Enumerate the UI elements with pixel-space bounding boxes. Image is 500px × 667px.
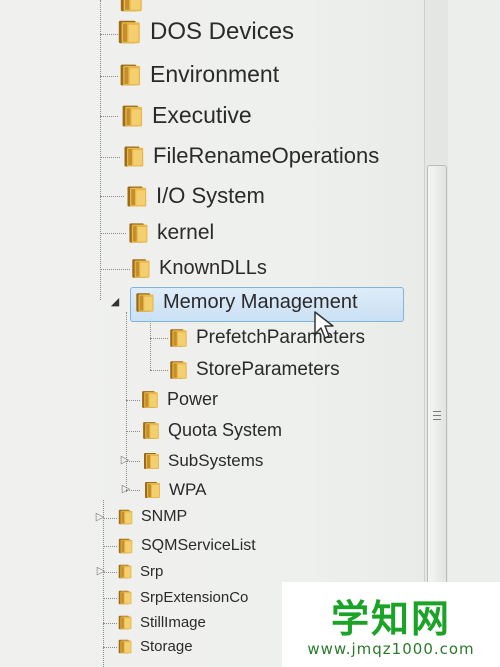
tree-guide-line	[100, 157, 120, 158]
folder-icon	[117, 563, 134, 580]
tree-node-label: SNMP	[141, 508, 188, 525]
folder-icon	[118, 0, 146, 14]
tree-guide-line	[126, 400, 140, 401]
folder-icon	[134, 291, 157, 314]
folder-icon	[168, 359, 190, 381]
tree-guide-line	[150, 338, 168, 339]
tree-node-knowndlls[interactable]: KnownDLLs	[130, 257, 267, 280]
folder-icon	[120, 103, 146, 129]
triangle-down-icon[interactable]: ◢	[110, 297, 120, 308]
tree-node-io-system[interactable]: I/O System	[125, 183, 265, 209]
triangle-right-icon[interactable]: ▷	[121, 484, 131, 495]
tree-node-label: StoreParameters	[196, 359, 340, 380]
tree-node-label: Storage	[140, 638, 193, 655]
tree-guide-line	[103, 598, 117, 599]
tree-node-subsystems[interactable]: SubSystems	[142, 451, 263, 471]
tree-node-srp[interactable]: Srp	[117, 563, 163, 580]
tree-node-label: Executive	[152, 102, 252, 128]
tree-node-label: SrpExtensionCo	[140, 589, 249, 606]
tree-guide-line	[100, 269, 130, 270]
tree-guide-line	[103, 647, 117, 648]
folder-icon	[168, 327, 190, 349]
folder-icon	[143, 480, 163, 500]
triangle-right-icon[interactable]: ▷	[95, 512, 105, 523]
folder-icon	[117, 638, 134, 655]
window-edge	[448, 0, 500, 667]
tree-node-label: Environment	[150, 61, 280, 87]
tree-node-storage[interactable]: Storage	[117, 638, 193, 655]
tree-node-storeparameters[interactable]: StoreParameters	[168, 359, 340, 381]
tree-node-label: PrefetchParameters	[196, 327, 365, 348]
tree-node-filerenameoperations[interactable]: FileRenameOperations	[122, 143, 379, 169]
tree-node-label: Srp	[140, 563, 164, 580]
tree-node-prefetchparameters[interactable]: PrefetchParameters	[168, 327, 365, 349]
folder-icon	[142, 451, 162, 471]
tree-node-label: KnownDLLs	[159, 257, 267, 279]
tree-node-environment[interactable]: Environment	[118, 61, 279, 88]
tree-guide-line	[126, 431, 140, 432]
tree-node-label: Quota System	[168, 420, 283, 440]
tree-node-srpextensionconfig[interactable]: SrpExtensionCo	[117, 589, 248, 606]
tree-node-kernel[interactable]: kernel	[127, 221, 214, 245]
tree-node-label: SQMServiceList	[141, 537, 256, 554]
folder-icon	[116, 18, 144, 46]
tree-guide-line	[150, 318, 151, 370]
tree-node-label: StillImage	[140, 614, 206, 631]
tree-guide-line	[100, 196, 124, 197]
tree-node-label: Power	[167, 389, 219, 409]
tree-node-label: I/O System	[156, 183, 265, 208]
tree-node-sqmservicelist[interactable]: SQMServiceList	[117, 537, 256, 555]
folder-icon	[117, 589, 134, 606]
tree-guide-line	[100, 0, 101, 300]
folder-icon	[140, 389, 161, 410]
triangle-right-icon[interactable]: ▷	[96, 566, 106, 577]
tree-node-executive[interactable]: Executive	[120, 102, 252, 129]
tree-guide-line	[103, 546, 117, 547]
tree-node-label: kernel	[157, 221, 215, 244]
tree-guide-line	[100, 116, 118, 117]
tree-guide-line	[103, 500, 104, 667]
tree-guide-line	[150, 370, 168, 371]
tree-node-label: WPA	[169, 480, 207, 499]
tree-guide-line	[103, 623, 117, 624]
vertical-scrollbar[interactable]	[424, 0, 449, 667]
tree-node-quota-system[interactable]: Quota System	[141, 420, 282, 441]
triangle-right-icon[interactable]: ▷	[120, 455, 130, 466]
tree-guide-line	[103, 518, 117, 519]
tree-node-label: SubSystems	[168, 451, 264, 470]
folder-icon	[141, 420, 162, 441]
folder-icon	[125, 184, 150, 209]
tree-node-stillimage[interactable]: StillImage	[117, 614, 206, 631]
folder-icon	[122, 144, 147, 169]
folder-icon	[118, 62, 144, 88]
watermark-url: www.jmqz1000.com	[307, 640, 475, 658]
folder-icon	[117, 508, 135, 526]
tree-guide-line	[100, 233, 126, 234]
folder-icon	[130, 257, 153, 280]
pointer-cursor-icon	[313, 310, 335, 345]
folder-icon	[117, 614, 134, 631]
watermark: 学知网 www.jmqz1000.com	[282, 582, 500, 667]
watermark-title: 学知网	[330, 597, 451, 641]
tree-node-partial-top[interactable]	[118, 0, 146, 14]
tree-guide-line	[100, 76, 118, 77]
tree-node-wpa[interactable]: WPA	[143, 480, 206, 500]
tree-node-label: FileRenameOperations	[153, 143, 380, 168]
tree-node-snmp[interactable]: SNMP	[117, 508, 187, 526]
tree-node-power[interactable]: Power	[140, 389, 218, 410]
tree-node-dos-devices[interactable]: DOS Devices	[116, 18, 294, 46]
tree-node-label: DOS Devices	[150, 18, 295, 45]
folder-icon	[127, 221, 151, 245]
folder-icon	[117, 537, 135, 555]
